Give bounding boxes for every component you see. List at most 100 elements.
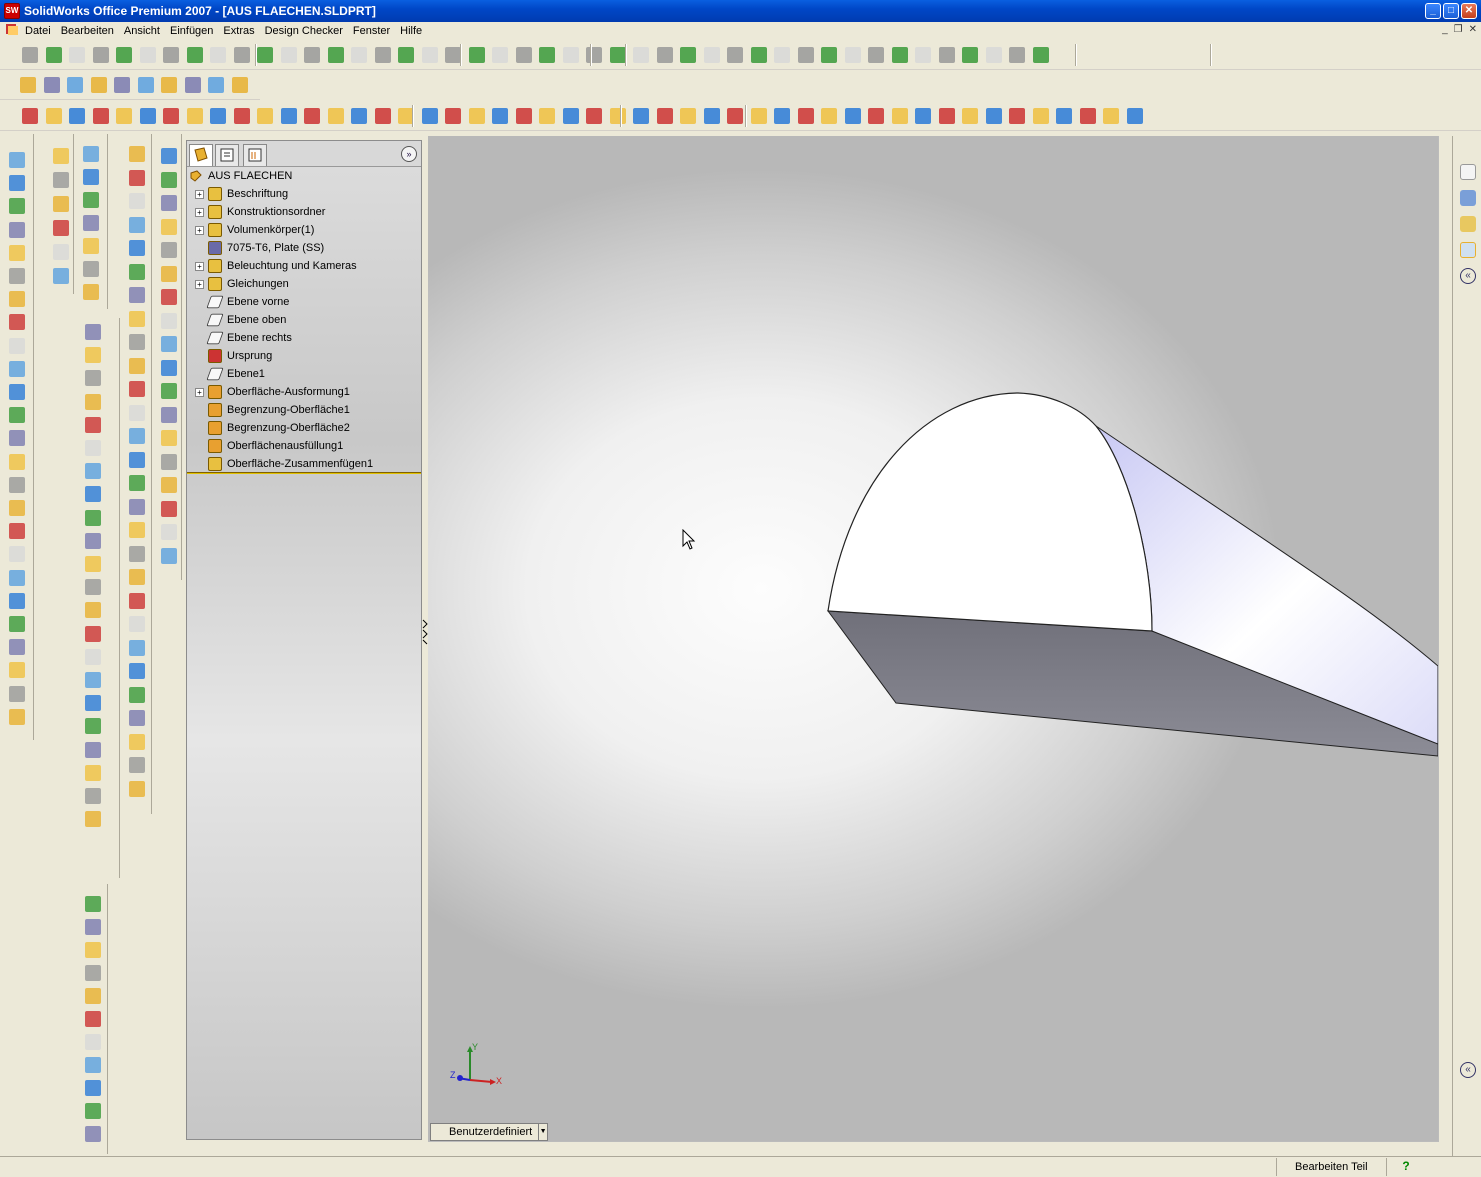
toolbar-button-icon[interactable] [304,108,320,124]
toolbar-button-icon[interactable] [161,195,177,211]
toolbar-button-icon[interactable] [85,602,101,619]
toolbar-button-icon[interactable] [139,47,156,63]
toolbar-button-icon[interactable] [114,77,130,93]
toolbar-button-icon[interactable] [539,108,555,124]
toolbar-button-icon[interactable] [129,522,145,538]
toolbar-button-icon[interactable] [374,47,391,63]
toolbar-button-icon[interactable] [304,47,320,63]
toolbar-button-icon[interactable] [9,268,25,284]
tree-root[interactable]: AUS FLAECHEN [189,167,292,185]
toolbar-button-icon[interactable] [161,359,177,376]
toolbar-button-icon[interactable] [161,242,177,258]
toolbar-button-icon[interactable] [374,108,391,124]
toolbar-button-icon[interactable] [186,108,203,124]
toolbar-button-icon[interactable] [280,108,297,124]
toolbar-button-icon[interactable] [562,108,579,124]
toolbar-button-icon[interactable] [85,393,101,410]
toolbar-button-icon[interactable] [116,47,132,63]
toolbar-button-icon[interactable] [53,268,69,284]
collapse-task-pane-icon[interactable]: « [1460,268,1476,284]
toolbar-button-icon[interactable] [233,47,250,63]
toolbar-button-icon[interactable] [821,108,837,124]
toolbar-button-icon[interactable] [915,108,931,124]
toolbar-button-icon[interactable] [85,648,101,665]
toolbar-button-icon[interactable] [85,556,101,572]
toolbar-button-icon[interactable] [85,1080,101,1096]
toolbar-button-icon[interactable] [844,47,861,63]
toolbar-button-icon[interactable] [633,108,649,124]
configuration-tab[interactable]: Benutzerdefiniert ▼ [430,1123,548,1141]
toolbar-button-icon[interactable] [962,47,978,63]
toolbar-button-icon[interactable] [85,1057,101,1073]
toolbar-button-icon[interactable] [539,47,555,63]
menu-hilfe[interactable]: Hilfe [395,22,427,40]
help-icon[interactable]: ? [1399,1159,1413,1173]
vertical-scrollbar[interactable] [1438,136,1452,1142]
toolbar-button-icon[interactable] [129,686,145,703]
toolbar-button-icon[interactable] [129,404,145,421]
toolbar-button-icon[interactable] [797,108,814,124]
toolbar-button-icon[interactable] [186,47,203,63]
toolbar-button-icon[interactable] [85,896,101,912]
toolbar-button-icon[interactable] [656,108,673,124]
toolbar-button-icon[interactable] [9,616,25,632]
toolbar-button-icon[interactable] [868,47,884,63]
toolbar-button-icon[interactable] [586,47,602,63]
toolbar-button-icon[interactable] [9,152,25,168]
toolbar-button-icon[interactable] [727,108,743,124]
toolbar-button-icon[interactable] [703,47,720,63]
toolbar-button-icon[interactable] [85,347,101,364]
toolbar-button-icon[interactable] [69,108,85,124]
toolbar-button-icon[interactable] [161,406,177,423]
toolbar-button-icon[interactable] [92,108,109,124]
toolbar-button-icon[interactable] [9,360,25,377]
menu-design-checker[interactable]: Design Checker [260,22,348,40]
toolbar-button-icon[interactable] [129,592,145,609]
toolbar-button-icon[interactable] [9,407,25,424]
toolbar-button-icon[interactable] [129,451,145,468]
toolbar-button-icon[interactable] [184,77,201,93]
toolbar-button-icon[interactable] [161,524,177,540]
toolbar-button-icon[interactable] [161,148,177,164]
toolbar-button-icon[interactable] [139,108,156,124]
toolbar-button-icon[interactable] [233,108,250,124]
toolbar-button-icon[interactable] [915,47,931,63]
expand-node-icon[interactable]: + [195,207,204,217]
toolbar-button-icon[interactable] [327,108,344,124]
toolbar-button-icon[interactable] [129,475,145,491]
toolbar-button-icon[interactable] [43,77,60,93]
toolbar-button-icon[interactable] [85,1103,101,1119]
tree-item[interactable]: Ebene rechts [195,329,292,347]
toolbar-button-icon[interactable] [9,662,25,679]
toolbar-button-icon[interactable] [9,221,25,238]
toolbar-button-icon[interactable] [1009,47,1025,63]
toolbar-button-icon[interactable] [985,108,1002,124]
toolbar-button-icon[interactable] [129,663,145,679]
tree-item[interactable]: Ursprung [195,347,272,365]
toolbar-button-icon[interactable] [129,710,145,726]
toolbar-button-icon[interactable] [351,108,367,124]
toolbar-button-icon[interactable] [821,47,837,63]
toolbar-button-icon[interactable] [680,47,696,63]
toolbar-button-icon[interactable] [161,77,177,93]
toolbar-button-icon[interactable] [83,261,99,277]
toolbar-button-icon[interactable] [445,47,461,63]
toolbar-button-icon[interactable] [9,198,25,215]
toolbar-button-icon[interactable] [85,965,101,981]
minimize-button[interactable]: _ [1425,3,1441,19]
toolbar-button-icon[interactable] [1056,108,1072,124]
toolbar-button-icon[interactable] [9,453,25,470]
toolbar-button-icon[interactable] [129,639,145,656]
toolbar-button-icon[interactable] [22,108,38,124]
toolbar-button-icon[interactable] [85,741,101,758]
toolbar-button-icon[interactable] [137,77,154,93]
toolbar-button-icon[interactable] [85,764,101,781]
tree-item[interactable]: Begrenzung-Oberfläche1 [195,401,350,419]
doc-restore-button[interactable]: ❐ [1454,24,1463,35]
toolbar-button-icon[interactable] [9,708,25,725]
toolbar-button-icon[interactable] [985,47,1002,63]
toolbar-button-icon[interactable] [9,244,25,261]
toolbar-button-icon[interactable] [962,108,978,124]
toolbar-button-icon[interactable] [85,672,101,688]
toolbar-button-icon[interactable] [161,477,177,493]
